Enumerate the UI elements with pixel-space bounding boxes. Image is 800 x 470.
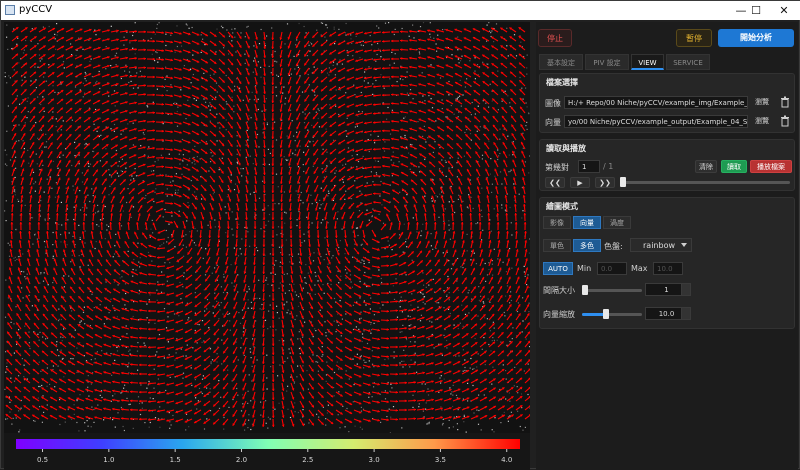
frame-label: 第幾對: [545, 162, 569, 173]
frame-slider-thumb[interactable]: [620, 177, 626, 187]
colorbar-tick-label: 4.0: [501, 456, 512, 464]
vector-path-field[interactable]: yo/00 Niche/pyCCV/example_output/Example…: [564, 115, 748, 128]
pause-button[interactable]: 暫停: [676, 29, 712, 47]
colorbar-tick-label: 3.5: [435, 456, 446, 464]
spacing-slider-thumb[interactable]: [582, 285, 588, 295]
image-path-label: 圖像: [545, 98, 561, 109]
min-label: Min: [577, 264, 591, 273]
next-frame-button[interactable]: ❯❯: [595, 177, 615, 188]
read-button[interactable]: 讀取: [721, 160, 747, 173]
max-label: Max: [631, 264, 648, 273]
scale-spin-arrows[interactable]: [681, 307, 691, 320]
colorbar-tick-label: 2.0: [236, 456, 247, 464]
image-path-field[interactable]: H:/+ Repo/00 Niche/pyCCV/example_img/Exa…: [564, 96, 748, 109]
scale-slider-thumb[interactable]: [603, 309, 609, 319]
colorbar-tick-label: 1.0: [103, 456, 114, 464]
mode-tab-vector[interactable]: 向量: [573, 216, 601, 229]
scale-input[interactable]: 10.0: [645, 307, 685, 320]
spacing-label: 間隔大小: [543, 285, 575, 296]
max-input[interactable]: 10.0: [653, 262, 683, 275]
single-color-button[interactable]: 單色: [543, 239, 571, 252]
tab-basic-settings[interactable]: 基本設定: [539, 54, 583, 70]
multi-color-button[interactable]: 多色: [573, 239, 601, 252]
maximize-button[interactable]: ☐: [741, 1, 771, 20]
play-files-button[interactable]: 播放檔案: [750, 160, 792, 173]
scale-label: 向量縮放: [543, 309, 575, 320]
colorbar-tick-label: 0.5: [37, 456, 48, 464]
chevron-down-icon: [681, 243, 687, 247]
min-input[interactable]: 0.0: [597, 262, 627, 275]
vector-field-canvas[interactable]: 0.5 1.0 1.5 2.0 2.5 3.0 3.5 4.0: [4, 22, 530, 470]
file-selection-section: 檔案選擇 圖像 H:/+ Repo/00 Niche/pyCCV/example…: [539, 73, 795, 133]
control-panel: 停止 暫停 開始分析 基本設定 PIV 設定 VIEW SERVICE 檔案選擇…: [536, 22, 798, 470]
colormap-label: 色盤:: [604, 241, 623, 252]
vector-browse-button[interactable]: 瀏覽: [752, 115, 772, 128]
frame-total: / 1: [603, 162, 613, 171]
file-section-title: 檔案選擇: [546, 77, 578, 88]
play-button[interactable]: ▶: [570, 177, 590, 188]
vector-delete-icon[interactable]: [780, 115, 790, 127]
colormap-select[interactable]: rainbow: [630, 238, 692, 252]
vector-path-label: 向量: [545, 117, 561, 128]
tab-piv-settings[interactable]: PIV 設定: [585, 54, 629, 70]
draw-mode-section: 繪圖模式 影像 向量 渦度 單色 多色 色盤: rainbow AUTO Min…: [539, 197, 795, 329]
playback-section: 讀取與播放 第幾對 1 / 1 清除 讀取 播放檔案 ❮❮ ▶ ❯❯: [539, 139, 795, 191]
image-delete-icon[interactable]: [780, 96, 790, 108]
title-bar: pyCCV — ☐ ✕: [1, 1, 800, 20]
draw-section-title: 繪圖模式: [546, 201, 578, 212]
clear-button[interactable]: 清除: [695, 160, 717, 173]
window-title: pyCCV: [19, 4, 52, 15]
mode-tab-image[interactable]: 影像: [543, 216, 571, 229]
stop-button[interactable]: 停止: [538, 29, 572, 47]
frame-input[interactable]: 1: [578, 160, 600, 173]
app-icon: [5, 5, 15, 15]
previous-frame-button[interactable]: ❮❮: [545, 177, 565, 188]
colormap-value: rainbow: [643, 241, 675, 250]
start-analysis-button[interactable]: 開始分析: [718, 29, 794, 47]
app-window: pyCCV — ☐ ✕ 0.51.01.52.02.53.03.54: [0, 0, 800, 469]
colorbar-tick-label: 3.0: [369, 456, 380, 464]
playback-section-title: 讀取與播放: [546, 143, 586, 154]
close-button[interactable]: ✕: [769, 1, 799, 20]
tab-view[interactable]: VIEW: [631, 54, 664, 70]
spacing-spin-arrows[interactable]: [681, 283, 691, 296]
image-browse-button[interactable]: 瀏覽: [752, 96, 772, 109]
colorbar-gradient: [16, 439, 520, 449]
scale-slider-fill: [582, 313, 606, 316]
colorbar: 0.5 1.0 1.5 2.0 2.5 3.0 3.5 4.0: [4, 22, 530, 470]
spacing-input[interactable]: 1: [645, 283, 685, 296]
auto-range-button[interactable]: AUTO: [543, 262, 573, 275]
spacing-slider-track[interactable]: [582, 289, 642, 292]
colorbar-tick-label: 2.5: [302, 456, 313, 464]
frame-slider-track[interactable]: [620, 181, 790, 184]
colorbar-tick-label: 1.5: [170, 456, 181, 464]
mode-tab-vorticity[interactable]: 渦度: [603, 216, 631, 229]
tab-service[interactable]: SERVICE: [666, 54, 710, 70]
